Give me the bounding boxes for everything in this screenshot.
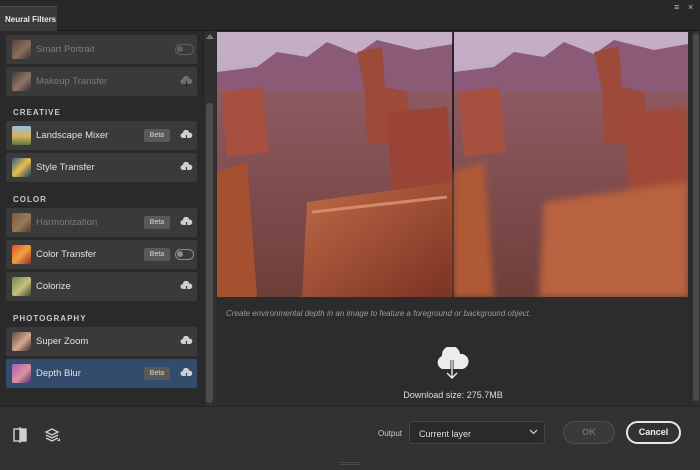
filter-item-makeup-transfer[interactable]: Makeup Transfer (6, 67, 197, 96)
filter-item-harmonization[interactable]: Harmonization Beta (6, 208, 197, 237)
section-photography: PHOTOGRAPHY (13, 314, 87, 323)
section-color: COLOR (13, 195, 47, 204)
filter-label: Landscape Mixer (36, 130, 109, 141)
layers-icon[interactable] (43, 426, 61, 444)
output-dropdown[interactable]: Current layer (409, 421, 545, 444)
cloud-download-icon[interactable] (180, 76, 193, 87)
portrait-thumbnail (12, 72, 31, 91)
beta-badge: Beta (144, 216, 170, 229)
section-creative: CREATIVE (13, 108, 61, 117)
scroll-thumb[interactable] (206, 103, 213, 403)
filter-label: Depth Blur (36, 368, 81, 379)
beta-badge: Beta (144, 129, 170, 142)
filter-item-colorize[interactable]: Colorize (6, 272, 197, 301)
filter-item-super-zoom[interactable]: Super Zoom (6, 327, 197, 356)
compare-preview-icon[interactable] (11, 426, 29, 444)
tab-neural-filters[interactable]: Neural Filters (0, 6, 57, 31)
filter-label: Colorize (36, 281, 71, 292)
cloud-download-icon[interactable] (180, 281, 193, 292)
cloud-download-icon[interactable] (434, 347, 470, 381)
filter-label: Makeup Transfer (36, 76, 108, 87)
color-thumbnail (12, 245, 31, 264)
panel-menu-icon[interactable]: ≡ (674, 2, 679, 12)
landscape-thumbnail (12, 126, 31, 145)
output-value: Current layer (419, 429, 472, 439)
scroll-up-arrow-icon[interactable] (206, 34, 214, 39)
filter-label: Smart Portrait (36, 44, 95, 55)
filter-toggle[interactable] (175, 44, 194, 55)
tab-bar: Neural Filters ≡ × (0, 0, 700, 31)
cancel-button[interactable]: Cancel (626, 421, 681, 444)
cloud-download-icon[interactable] (180, 162, 193, 173)
colorize-thumbnail (12, 277, 31, 296)
filter-label: Style Transfer (36, 162, 95, 173)
depth-thumbnail (12, 364, 31, 383)
filter-list: Smart Portrait Makeup Transfer CREATIVE … (0, 31, 203, 406)
cloud-download-icon[interactable] (180, 217, 193, 228)
cloud-download-icon[interactable] (180, 336, 193, 347)
beta-badge: Beta (144, 367, 170, 380)
resize-grip[interactable] (340, 462, 360, 465)
filter-item-depth-blur[interactable]: Depth Blur Beta (6, 359, 197, 388)
harmonization-thumbnail (12, 213, 31, 232)
cloud-download-icon[interactable] (180, 130, 193, 141)
filter-item-landscape-mixer[interactable]: Landscape Mixer Beta (6, 121, 197, 150)
style-thumbnail (12, 158, 31, 177)
portrait-thumbnail (12, 40, 31, 59)
filter-label: Harmonization (36, 217, 98, 228)
portrait-thumbnail (12, 332, 31, 351)
preview-scrollbar[interactable] (690, 31, 700, 406)
filter-label: Color Transfer (36, 249, 97, 260)
preview-panel: Create environmental depth in an image t… (216, 31, 700, 406)
chevron-down-icon (529, 429, 538, 435)
close-icon[interactable]: × (688, 2, 693, 12)
filter-label: Super Zoom (36, 336, 89, 347)
output-label: Output (378, 429, 403, 438)
beta-badge: Beta (144, 248, 170, 261)
filter-description: Create environmental depth in an image t… (226, 309, 532, 318)
download-size: Download size: 275.7MB (403, 390, 503, 400)
filter-toggle[interactable] (175, 249, 194, 260)
footer-bar: Output Current layer OK Cancel (0, 406, 700, 470)
filter-item-style-transfer[interactable]: Style Transfer (6, 153, 197, 182)
filter-item-smart-portrait[interactable]: Smart Portrait (6, 35, 197, 64)
cloud-download-icon[interactable] (180, 368, 193, 379)
before-after-preview-image[interactable] (217, 32, 688, 297)
scroll-thumb[interactable] (693, 33, 699, 401)
ok-button[interactable]: OK (563, 421, 615, 444)
filter-item-color-transfer[interactable]: Color Transfer Beta (6, 240, 197, 269)
sidebar-scrollbar[interactable] (203, 31, 215, 406)
